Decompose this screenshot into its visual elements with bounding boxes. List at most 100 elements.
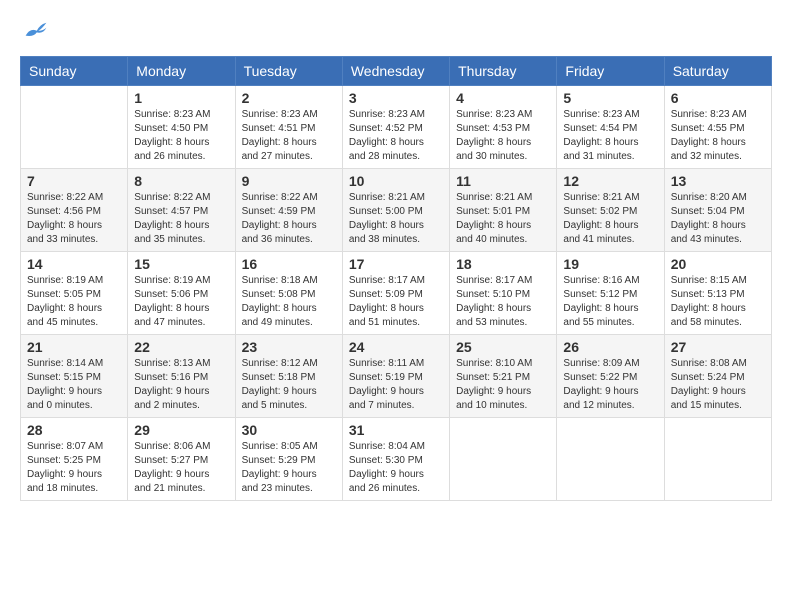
calendar-cell: 11Sunrise: 8:21 AMSunset: 5:01 PMDayligh… — [450, 169, 557, 252]
calendar-cell: 13 Sunrise: 8:20 AMSunset: 5:04 PMDayligh… — [664, 169, 771, 252]
calendar-week-row: 14 Sunrise: 8:19 AMSunset: 5:05 PMDayligh… — [21, 252, 772, 335]
calendar-cell — [664, 418, 771, 501]
calendar-cell: 6 Sunrise: 8:23 AMSunset: 4:55 PMDaylight… — [664, 86, 771, 169]
day-info: Sunrise: 8:23 AMSunset: 4:50 PMDaylight:… — [134, 108, 228, 164]
calendar-cell: 26 Sunrise: 8:09 AMSunset: 5:22 PMDayligh… — [557, 335, 664, 418]
day-info: Sunrise: 8:23 AMSunset: 4:51 PMDaylight:… — [242, 108, 336, 164]
calendar-cell: 22 Sunrise: 8:13 AMSunset: 5:16 PMDayligh… — [128, 335, 235, 418]
day-number: 6 — [671, 90, 765, 106]
calendar-cell: 19 Sunrise: 8:16 AMSunset: 5:12 PMDayligh… — [557, 252, 664, 335]
calendar-cell: 28 Sunrise: 8:07 AMSunset: 5:25 PMDayligh… — [21, 418, 128, 501]
day-info: Sunrise: 8:17 AMSunset: 5:09 PMDaylight:… — [349, 274, 443, 330]
calendar-week-row: 21 Sunrise: 8:14 AMSunset: 5:15 PMDayligh… — [21, 335, 772, 418]
day-number: 5 — [563, 90, 657, 106]
day-number: 31 — [349, 422, 443, 438]
calendar-cell: 1 Sunrise: 8:23 AMSunset: 4:50 PMDaylight… — [128, 86, 235, 169]
calendar-cell: 3 Sunrise: 8:23 AMSunset: 4:52 PMDaylight… — [342, 86, 449, 169]
day-number: 3 — [349, 90, 443, 106]
day-info: Sunrise: 8:12 AMSunset: 5:18 PMDaylight:… — [242, 357, 336, 413]
day-info: Sunrise: 8:19 AMSunset: 5:05 PMDaylight:… — [27, 274, 121, 330]
day-info: Sunrise: 8:07 AMSunset: 5:25 PMDaylight:… — [27, 440, 121, 496]
calendar-cell: 24 Sunrise: 8:11 AMSunset: 5:19 PMDayligh… — [342, 335, 449, 418]
day-info: Sunrise: 8:16 AMSunset: 5:12 PMDaylight:… — [563, 274, 657, 330]
calendar-cell: 23 Sunrise: 8:12 AMSunset: 5:18 PMDayligh… — [235, 335, 342, 418]
calendar-cell: 25Sunrise: 8:10 AMSunset: 5:21 PMDayligh… — [450, 335, 557, 418]
calendar-cell: 16 Sunrise: 8:18 AMSunset: 5:08 PMDayligh… — [235, 252, 342, 335]
day-info: Sunrise: 8:14 AMSunset: 5:15 PMDaylight:… — [27, 357, 121, 413]
day-number: 28 — [27, 422, 121, 438]
calendar-cell: 5 Sunrise: 8:23 AMSunset: 4:54 PMDaylight… — [557, 86, 664, 169]
weekday-header-wednesday: Wednesday — [342, 57, 449, 86]
day-number: 17 — [349, 256, 443, 272]
weekday-header-tuesday: Tuesday — [235, 57, 342, 86]
calendar-cell: 27Sunrise: 8:08 AMSunset: 5:24 PMDayligh… — [664, 335, 771, 418]
calendar-cell: 2 Sunrise: 8:23 AMSunset: 4:51 PMDaylight… — [235, 86, 342, 169]
day-number: 14 — [27, 256, 121, 272]
day-info: Sunrise: 8:21 AMSunset: 5:00 PMDaylight:… — [349, 191, 443, 247]
day-number: 4 — [456, 90, 550, 106]
day-info: Sunrise: 8:22 AMSunset: 4:56 PMDaylight:… — [27, 191, 121, 247]
day-number: 12 — [563, 173, 657, 189]
day-info: Sunrise: 8:21 AMSunset: 5:01 PMDaylight:… — [456, 191, 550, 247]
weekday-header-row: SundayMondayTuesdayWednesdayThursdayFrid… — [21, 57, 772, 86]
calendar-week-row: 1 Sunrise: 8:23 AMSunset: 4:50 PMDaylight… — [21, 86, 772, 169]
day-info: Sunrise: 8:21 AMSunset: 5:02 PMDaylight:… — [563, 191, 657, 247]
day-number: 16 — [242, 256, 336, 272]
day-info: Sunrise: 8:23 AMSunset: 4:54 PMDaylight:… — [563, 108, 657, 164]
day-info: Sunrise: 8:11 AMSunset: 5:19 PMDaylight:… — [349, 357, 443, 413]
weekday-header-sunday: Sunday — [21, 57, 128, 86]
day-number: 2 — [242, 90, 336, 106]
day-number: 15 — [134, 256, 228, 272]
weekday-header-saturday: Saturday — [664, 57, 771, 86]
calendar-cell: 14 Sunrise: 8:19 AMSunset: 5:05 PMDayligh… — [21, 252, 128, 335]
day-info: Sunrise: 8:20 AMSunset: 5:04 PMDaylight:… — [671, 191, 765, 247]
day-number: 21 — [27, 339, 121, 355]
day-number: 20 — [671, 256, 765, 272]
day-info: Sunrise: 8:10 AMSunset: 5:21 PMDaylight:… — [456, 357, 550, 413]
day-number: 22 — [134, 339, 228, 355]
calendar-cell: 9Sunrise: 8:22 AMSunset: 4:59 PMDaylight… — [235, 169, 342, 252]
day-number: 13 — [671, 173, 765, 189]
day-info: Sunrise: 8:17 AMSunset: 5:10 PMDaylight:… — [456, 274, 550, 330]
weekday-header-thursday: Thursday — [450, 57, 557, 86]
day-number: 1 — [134, 90, 228, 106]
calendar-cell: 30Sunrise: 8:05 AMSunset: 5:29 PMDayligh… — [235, 418, 342, 501]
day-number: 24 — [349, 339, 443, 355]
calendar-cell: 21 Sunrise: 8:14 AMSunset: 5:15 PMDayligh… — [21, 335, 128, 418]
calendar-cell: 8 Sunrise: 8:22 AMSunset: 4:57 PMDaylight… — [128, 169, 235, 252]
day-number: 19 — [563, 256, 657, 272]
calendar-cell: 31 Sunrise: 8:04 AMSunset: 5:30 PMDayligh… — [342, 418, 449, 501]
day-info: Sunrise: 8:15 AMSunset: 5:13 PMDaylight:… — [671, 274, 765, 330]
day-number: 27 — [671, 339, 765, 355]
calendar-week-row: 28 Sunrise: 8:07 AMSunset: 5:25 PMDayligh… — [21, 418, 772, 501]
day-info: Sunrise: 8:23 AMSunset: 4:52 PMDaylight:… — [349, 108, 443, 164]
page-header — [20, 20, 772, 40]
calendar-cell: 18Sunrise: 8:17 AMSunset: 5:10 PMDayligh… — [450, 252, 557, 335]
day-info: Sunrise: 8:23 AMSunset: 4:55 PMDaylight:… — [671, 108, 765, 164]
day-info: Sunrise: 8:13 AMSunset: 5:16 PMDaylight:… — [134, 357, 228, 413]
day-info: Sunrise: 8:22 AMSunset: 4:57 PMDaylight:… — [134, 191, 228, 247]
calendar-cell: 20 Sunrise: 8:15 AMSunset: 5:13 PMDayligh… — [664, 252, 771, 335]
day-number: 8 — [134, 173, 228, 189]
calendar-cell: 15 Sunrise: 8:19 AMSunset: 5:06 PMDayligh… — [128, 252, 235, 335]
day-number: 7 — [27, 173, 121, 189]
day-info: Sunrise: 8:04 AMSunset: 5:30 PMDaylight:… — [349, 440, 443, 496]
calendar-cell: 7 Sunrise: 8:22 AMSunset: 4:56 PMDaylight… — [21, 169, 128, 252]
calendar-cell: 12 Sunrise: 8:21 AMSunset: 5:02 PMDayligh… — [557, 169, 664, 252]
calendar-cell — [450, 418, 557, 501]
day-info: Sunrise: 8:18 AMSunset: 5:08 PMDaylight:… — [242, 274, 336, 330]
logo — [20, 20, 50, 40]
day-number: 10 — [349, 173, 443, 189]
day-info: Sunrise: 8:19 AMSunset: 5:06 PMDaylight:… — [134, 274, 228, 330]
calendar-cell — [21, 86, 128, 169]
day-number: 23 — [242, 339, 336, 355]
day-info: Sunrise: 8:06 AMSunset: 5:27 PMDaylight:… — [134, 440, 228, 496]
day-info: Sunrise: 8:09 AMSunset: 5:22 PMDaylight:… — [563, 357, 657, 413]
calendar-table: SundayMondayTuesdayWednesdayThursdayFrid… — [20, 56, 772, 501]
calendar-cell: 10 Sunrise: 8:21 AMSunset: 5:00 PMDayligh… — [342, 169, 449, 252]
day-info: Sunrise: 8:22 AMSunset: 4:59 PMDaylight:… — [242, 191, 336, 247]
weekday-header-monday: Monday — [128, 57, 235, 86]
calendar-cell: 17 Sunrise: 8:17 AMSunset: 5:09 PMDayligh… — [342, 252, 449, 335]
day-info: Sunrise: 8:05 AMSunset: 5:29 PMDaylight:… — [242, 440, 336, 496]
day-number: 26 — [563, 339, 657, 355]
